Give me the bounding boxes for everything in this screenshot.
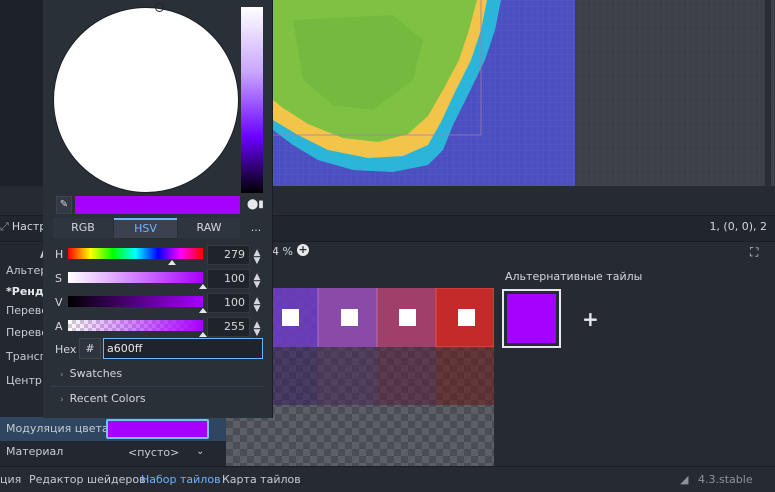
bottom-tab-tilemap[interactable]: Карта тайлов [222,473,301,486]
slider-grabber[interactable] [199,332,207,337]
eyedropper-icon[interactable]: ✎ [56,196,72,214]
slider-grabber[interactable] [168,260,176,265]
alpha-label: A [55,320,63,333]
add-alternative-icon[interactable]: + [582,307,599,331]
alternative-tile-swatch [507,294,556,343]
tile-center-mark [399,309,416,326]
zoom-label: 4 % [272,245,293,258]
hue-slider[interactable] [68,248,203,259]
value-slider[interactable] [241,7,263,193]
value-label: V [55,296,63,309]
chevron-right-icon: › [60,370,64,380]
tile-center-mark [282,309,299,326]
value-value[interactable]: 100 [207,293,250,313]
tile-center-mark [341,309,358,326]
wheel-cursor[interactable] [155,3,164,12]
value-slider-bar[interactable] [68,296,203,307]
material-label: Материал [6,445,64,458]
hex-label: Hex [55,343,77,356]
tab-hsv[interactable]: HSV [114,218,177,238]
spin-arrows-icon[interactable]: ▲ ▼ [252,273,262,290]
hue-value[interactable]: 279 [207,245,250,265]
tools-icon: ⤢ [0,220,9,233]
modulation-color-button[interactable] [106,419,209,439]
spin-arrows-icon[interactable]: ▲ ▼ [252,249,262,266]
more-options-button[interactable]: ... [241,218,271,238]
tab-rgb[interactable]: RGB [53,218,113,238]
hue-label: H [55,248,64,261]
bottom-tab-shader-editor[interactable]: Редактор шейдеров [29,473,146,486]
spin-arrows-icon[interactable]: ▲ ▼ [252,321,262,338]
slider-grabber[interactable] [199,284,207,289]
zoom-in-icon[interactable]: + [297,244,309,256]
material-value[interactable]: <пусто> [128,446,179,459]
alpha-value[interactable]: 255 [207,317,250,337]
tab-raw[interactable]: RAW [178,218,240,238]
hex-input[interactable] [103,338,263,359]
tile-center-mark [458,309,475,326]
chevron-right-icon: › [60,395,64,405]
recent-colors-foldable[interactable]: › Recent Colors [60,392,146,405]
bottom-tab-tileset[interactable]: Набор тайлов [141,473,221,486]
hex-hash-toggle[interactable]: # [79,338,101,359]
saturation-label: S [55,272,62,285]
godot-icon: ◢ [680,473,689,486]
shape-toggle-icon[interactable]: ⬤▮ [247,199,264,210]
saturation-value[interactable]: 100 [207,269,250,289]
slider-grabber[interactable] [199,308,207,313]
alternative-tiles-label: Альтернативные тайлы [505,270,643,283]
alternative-tile[interactable] [502,289,561,348]
saturation-slider[interactable] [68,272,203,283]
bottom-tab[interactable]: ция [0,473,21,486]
divider [50,386,265,387]
coords-readout: 1, (0, 0), 2 [709,220,767,233]
alpha-slider[interactable] [68,320,203,331]
spin-arrows-icon[interactable]: ▲ ▼ [252,297,262,314]
color-wheel[interactable] [53,7,239,193]
map-viewport[interactable] [273,0,775,186]
color-preview [75,196,240,214]
center-view-icon[interactable]: ⛶ [750,245,758,260]
chevron-down-icon[interactable]: ⌄ [196,446,204,457]
version-label: 4.3.stable [698,473,753,486]
swatches-foldable[interactable]: › Swatches [60,367,122,380]
